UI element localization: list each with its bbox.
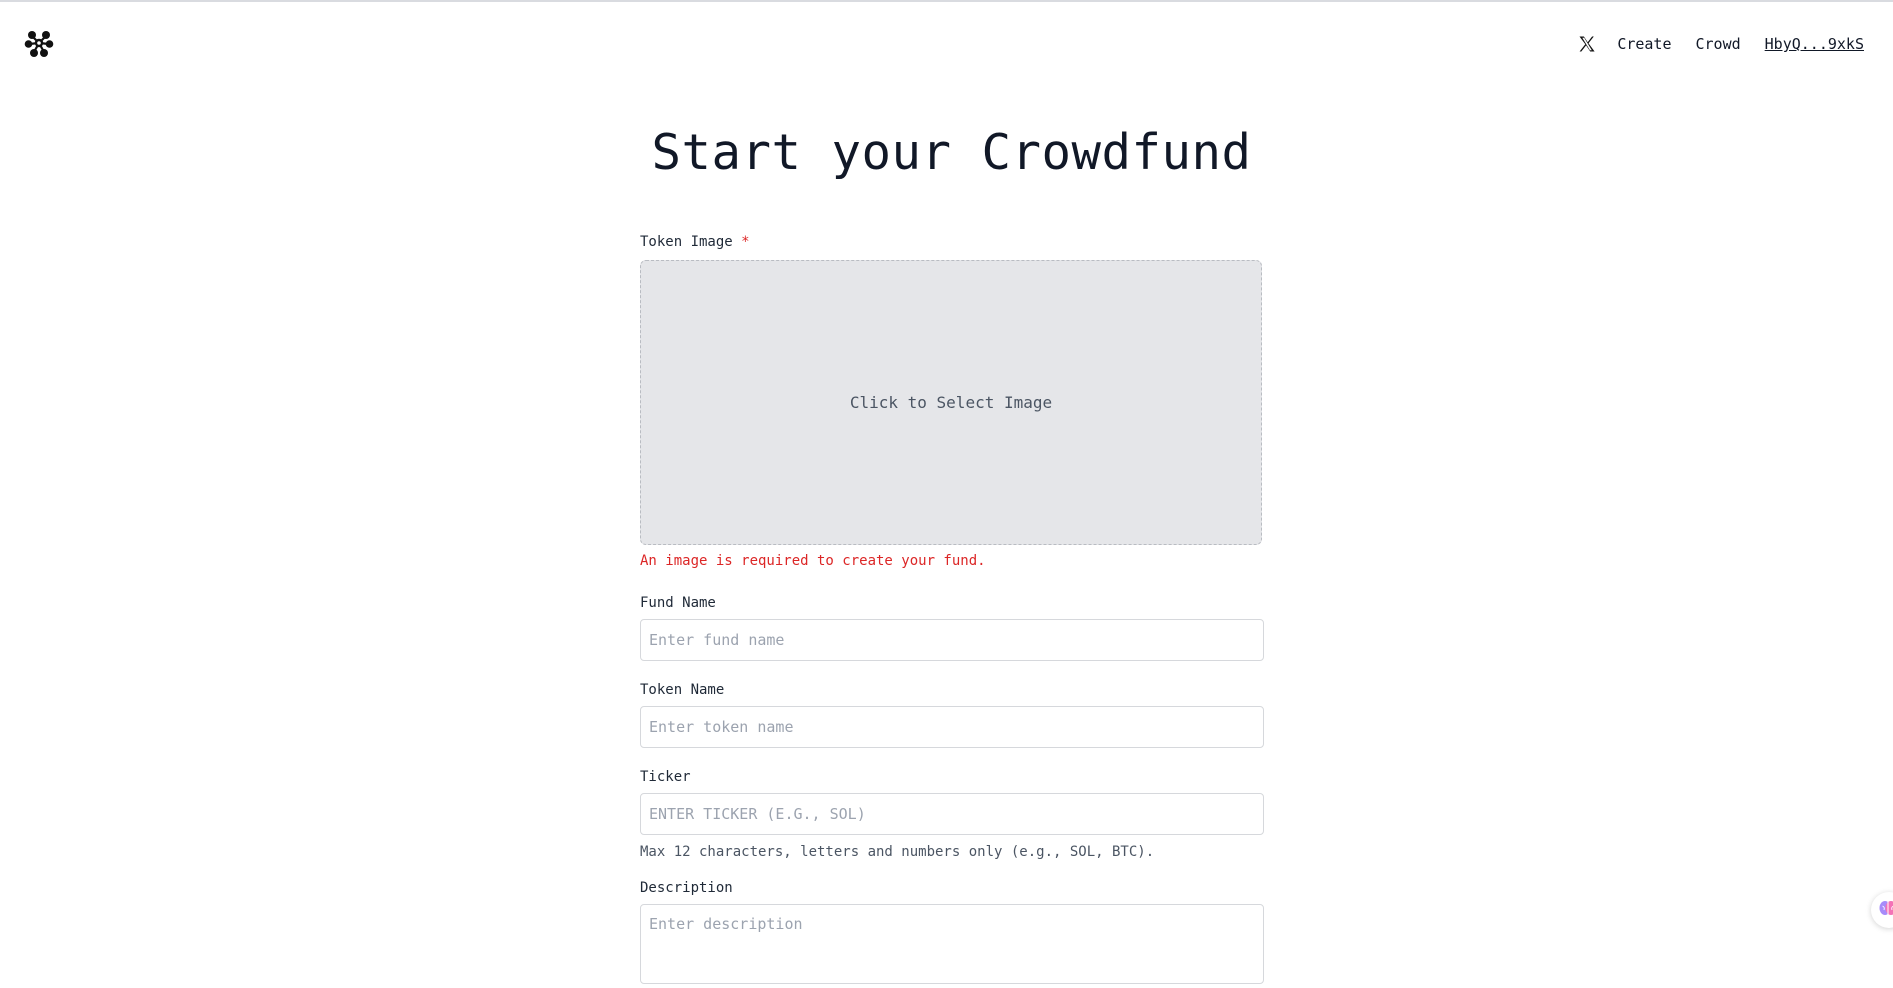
description-field: Description — [640, 878, 1264, 988]
crowdfund-form: Token Image * Click to Select Image An i… — [640, 232, 1264, 988]
token-name-label: Token Name — [640, 680, 1264, 700]
token-name-input[interactable] — [640, 706, 1264, 748]
ticker-field: Ticker Max 12 characters, letters and nu… — [640, 767, 1264, 862]
token-image-label-text: Token Image — [640, 234, 733, 250]
floating-assistant-button[interactable] — [1871, 892, 1893, 928]
nav-create-link[interactable]: Create — [1617, 32, 1671, 56]
brain-icon — [1878, 898, 1893, 922]
token-image-dropzone[interactable]: Click to Select Image — [640, 260, 1262, 545]
token-image-label: Token Image * — [640, 232, 1264, 252]
token-image-error: An image is required to create your fund… — [640, 551, 1264, 571]
required-asterisk: * — [741, 234, 749, 250]
fund-name-field: Fund Name — [640, 593, 1264, 661]
ticker-label: Ticker — [640, 767, 1264, 787]
description-label: Description — [640, 878, 1264, 898]
molecule-logo-icon[interactable] — [24, 28, 54, 58]
nav-crowd-link[interactable]: Crowd — [1696, 32, 1741, 56]
wallet-address-link[interactable]: HbyQ...9xkS — [1765, 32, 1864, 56]
description-input[interactable] — [640, 904, 1264, 984]
fund-name-label: Fund Name — [640, 593, 1264, 613]
page-title: Start your Crowdfund — [0, 124, 1893, 181]
top-nav: Create Crowd HbyQ...9xkS — [1577, 32, 1864, 56]
ticker-hint: Max 12 characters, letters and numbers o… — [640, 842, 1264, 862]
x-twitter-icon[interactable] — [1577, 34, 1597, 54]
token-name-field: Token Name — [640, 680, 1264, 748]
site-header: Create Crowd HbyQ...9xkS — [0, 2, 1893, 82]
fund-name-input[interactable] — [640, 619, 1264, 661]
ticker-input[interactable] — [640, 793, 1264, 835]
dropzone-text: Click to Select Image — [850, 393, 1052, 412]
